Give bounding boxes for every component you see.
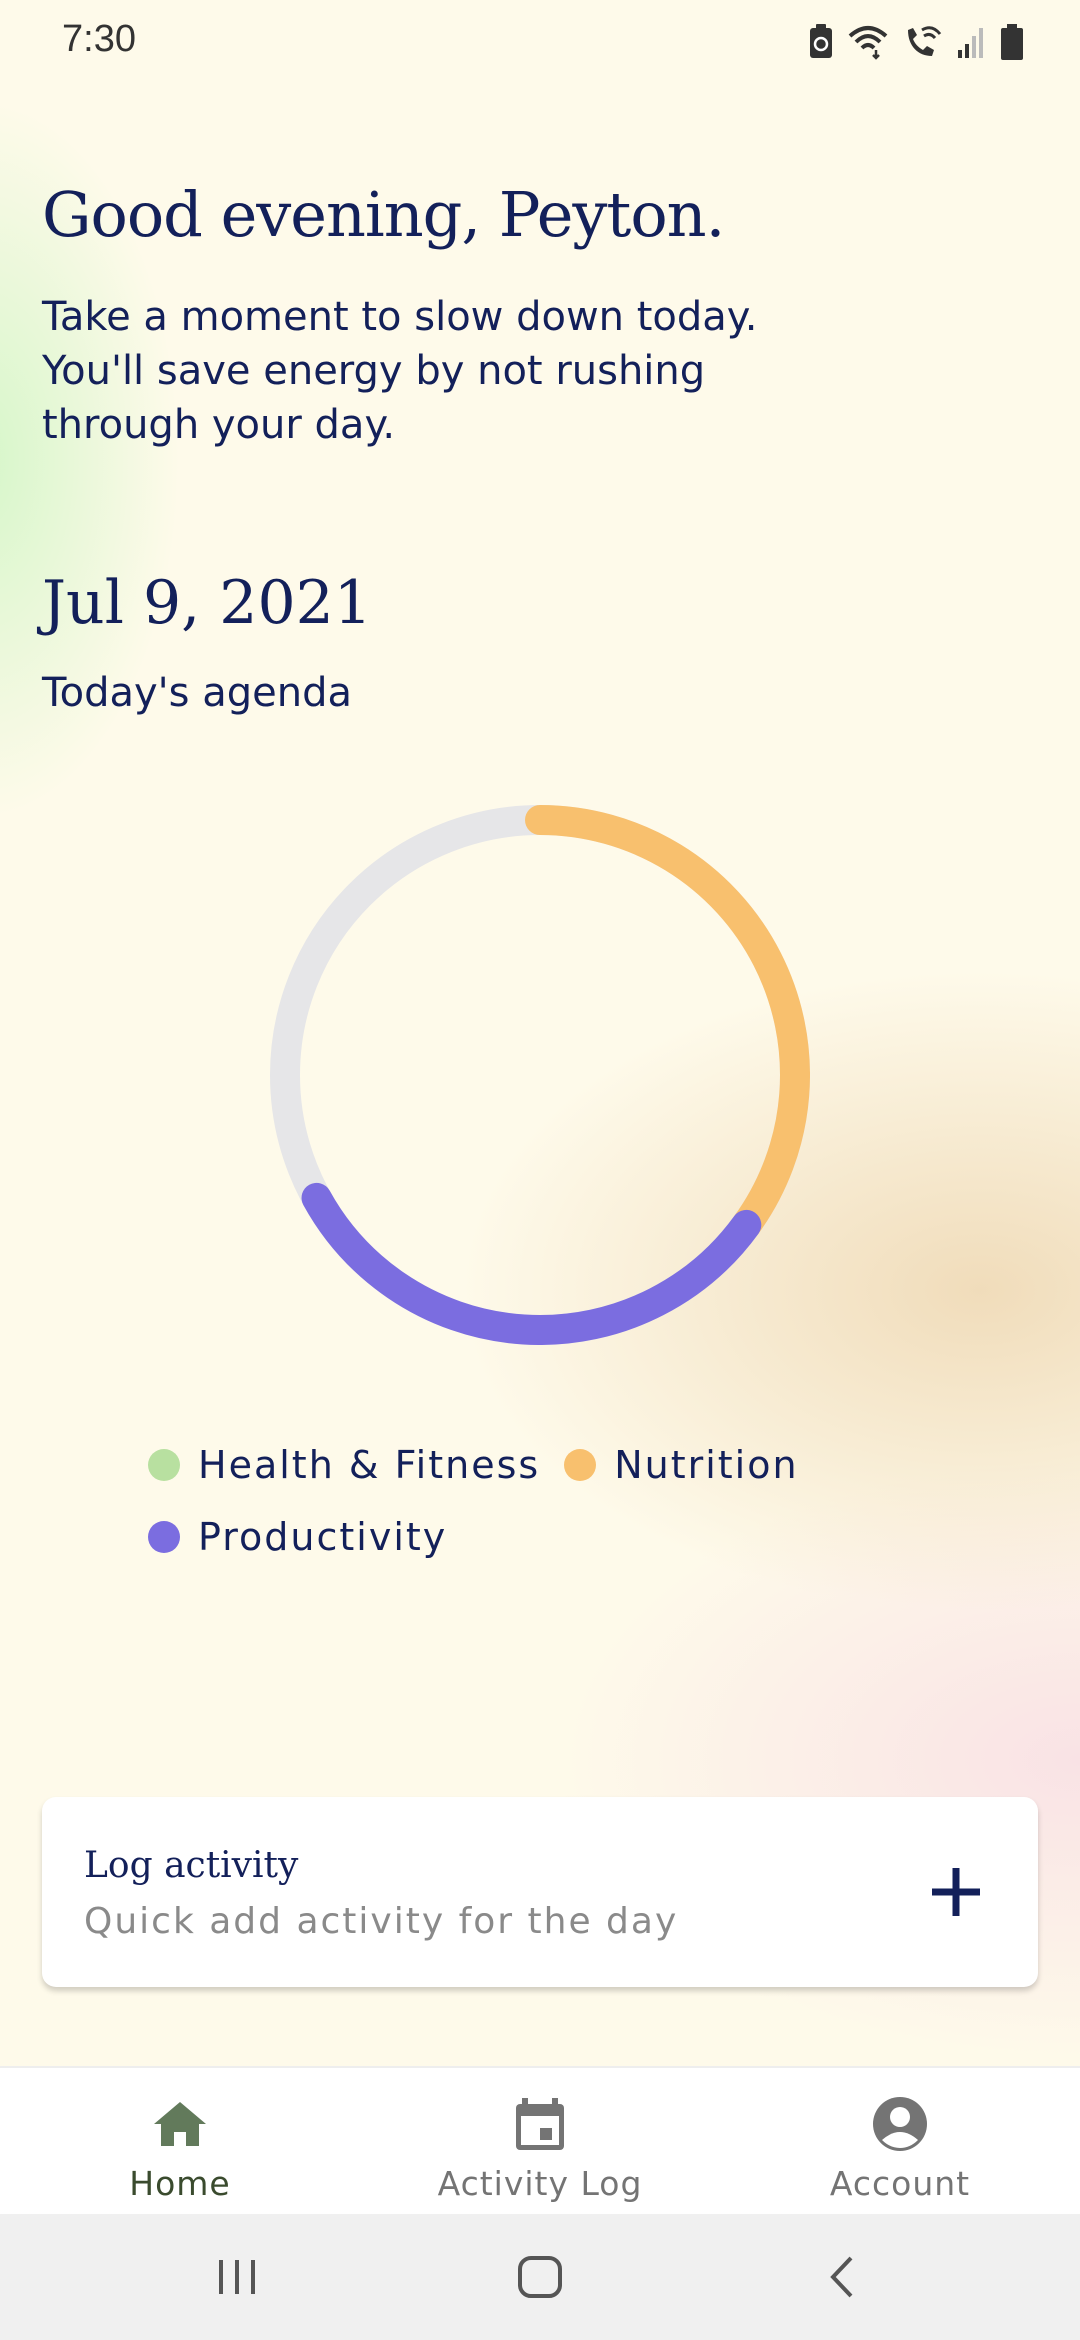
wifi-calling-icon — [902, 24, 942, 60]
legend-dot-health-fitness — [148, 1449, 180, 1481]
wifi-icon — [848, 24, 888, 60]
legend-item-health-fitness: Health & Fitness — [148, 1443, 540, 1487]
legend-dot-nutrition — [564, 1449, 597, 1481]
home-button-icon[interactable] — [510, 2250, 570, 2304]
agenda-label: Today's agenda — [42, 670, 352, 716]
chart-legend: Health & Fitness Nutrition Productivity — [148, 1438, 968, 1582]
system-nav-bar — [0, 2214, 1080, 2340]
nav-label-activity-log: Activity Log — [437, 2164, 643, 2203]
home-icon — [154, 2102, 206, 2146]
ring-segment-nutrition — [525, 805, 810, 1240]
legend-item-nutrition: Nutrition — [564, 1443, 798, 1487]
status-time: 7:30 — [62, 18, 136, 60]
log-activity-card[interactable]: Log activity Quick add activity for the … — [42, 1797, 1038, 1987]
legend-row: Productivity — [148, 1510, 968, 1564]
legend-label-productivity: Productivity — [198, 1515, 448, 1559]
bottom-nav: Home Activity Log Account — [0, 2066, 1080, 2216]
plus-icon[interactable] — [926, 1862, 986, 1922]
nav-item-home[interactable]: Home — [0, 2068, 360, 2216]
nav-label-home: Home — [129, 2164, 231, 2203]
agenda-ring-chart — [270, 805, 810, 1345]
account-icon — [873, 2097, 927, 2151]
back-icon[interactable] — [813, 2250, 873, 2304]
nav-label-account: Account — [829, 2164, 971, 2203]
status-bar: 7:30 — [0, 0, 1080, 84]
status-icons — [808, 22, 1024, 62]
greeting-title: Good evening, Peyton. — [42, 178, 725, 251]
legend-label-nutrition: Nutrition — [614, 1443, 799, 1487]
log-activity-subtitle: Quick add activity for the day — [84, 1901, 679, 1942]
ring-segment-productivity — [301, 1182, 762, 1345]
legend-dot-productivity — [148, 1521, 180, 1553]
battery-icon — [1000, 24, 1024, 60]
greeting-message: Take a moment to slow down today. You'll… — [42, 294, 758, 448]
legend-item-productivity: Productivity — [148, 1515, 447, 1559]
log-activity-title: Log activity — [84, 1845, 299, 1886]
signal-icon — [956, 24, 986, 60]
nav-item-account[interactable]: Account — [720, 2068, 1080, 2216]
legend-label-health-fitness: Health & Fitness — [198, 1443, 541, 1487]
legend-row: Health & Fitness Nutrition — [148, 1438, 968, 1492]
calendar-icon — [516, 2098, 564, 2150]
nav-item-activity-log[interactable]: Activity Log — [360, 2068, 720, 2216]
recent-apps-icon[interactable] — [207, 2250, 267, 2304]
agenda-date: Jul 9, 2021 — [42, 568, 372, 638]
battery-saver-icon — [808, 24, 834, 60]
